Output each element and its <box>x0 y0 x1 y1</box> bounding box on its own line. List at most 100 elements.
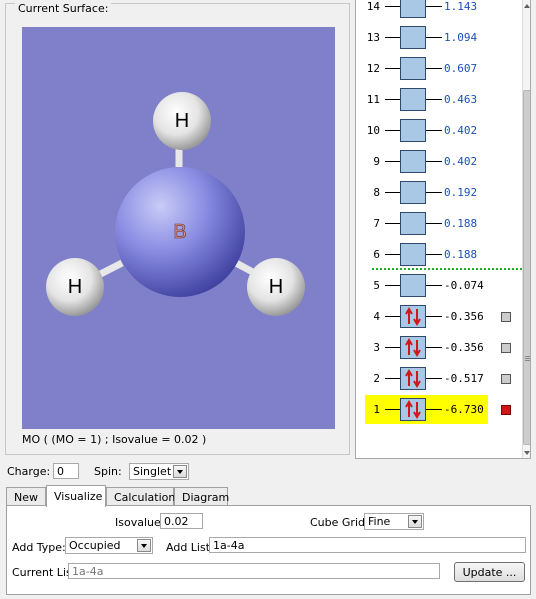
current-list-field[interactable]: 1a-4a <box>68 563 440 579</box>
hydrogen-atom-top: H <box>153 92 211 150</box>
hydrogen-atom-left: H <box>46 258 104 316</box>
mo-energy: -0.356 <box>444 341 484 354</box>
add-list-label: Add List: <box>166 541 214 554</box>
mo-number: 1 <box>373 403 380 416</box>
mo-energy: -0.517 <box>444 372 484 385</box>
mo-level-line <box>426 285 442 286</box>
tab-diagram[interactable]: Diagram <box>174 487 229 506</box>
add-type-select[interactable]: Occupied <box>65 537 153 554</box>
electron-pair-icon <box>405 338 421 357</box>
mo-energy: 0.188 <box>444 217 478 230</box>
chevron-down-icon[interactable] <box>137 539 151 552</box>
tab-calculation[interactable]: Calculation <box>106 487 175 506</box>
mo-number: 4 <box>373 310 380 323</box>
mo-orbital-box[interactable] <box>400 150 426 173</box>
mo-level-row[interactable]: 11 0.463 <box>356 88 522 112</box>
mo-level-line <box>385 409 400 410</box>
mo-level-row[interactable]: 7 0.188 <box>356 212 522 236</box>
chevron-down-icon[interactable] <box>173 465 187 478</box>
mo-level-row[interactable]: 3 -0.356 <box>356 336 522 360</box>
mo-level-line <box>426 223 442 224</box>
isovalue-field[interactable]: 0.02 <box>160 513 203 529</box>
mo-level-line <box>385 223 400 224</box>
mo-orbital-box[interactable] <box>400 305 426 328</box>
mo-energy: -0.074 <box>444 279 484 292</box>
mo-orbital-box[interactable] <box>400 57 426 80</box>
mo-energy: -0.356 <box>444 310 484 323</box>
mo-visualize-checkbox[interactable] <box>501 405 511 415</box>
mo-orbital-box[interactable] <box>400 0 426 18</box>
mo-orbital-box[interactable] <box>400 212 426 235</box>
cube-grid-select[interactable]: Fine <box>364 513 424 530</box>
mo-orbital-box[interactable] <box>400 88 426 111</box>
mo-orbital-box[interactable] <box>400 336 426 359</box>
mo-level-row[interactable]: 9 0.402 <box>356 150 522 174</box>
charge-field[interactable]: 0 <box>53 463 79 479</box>
mo-energy: 1.094 <box>444 31 478 44</box>
mo-visualize-checkbox[interactable] <box>501 312 511 322</box>
mo-number: 7 <box>373 217 380 230</box>
svg-text:H: H <box>175 110 189 132</box>
chevron-down-icon[interactable] <box>408 515 422 528</box>
mo-level-row[interactable]: 10 0.402 <box>356 119 522 143</box>
mo-orbital-box[interactable] <box>400 119 426 142</box>
mo-level-row[interactable]: 4 -0.356 <box>356 305 522 329</box>
mo-level-line <box>426 161 442 162</box>
molecule-viewport[interactable]: H B H H <box>22 27 335 429</box>
mo-orbital-box[interactable] <box>400 274 426 297</box>
mo-level-line <box>385 68 400 69</box>
mo-level-line <box>426 99 442 100</box>
tab-new[interactable]: New <box>6 487 46 506</box>
mo-visualize-checkbox[interactable] <box>501 374 511 384</box>
mo-level-line <box>426 409 442 410</box>
mo-level-line <box>426 68 442 69</box>
mo-level-line <box>426 254 442 255</box>
mo-level-row[interactable]: 8 0.192 <box>356 181 522 205</box>
mo-visualize-checkbox[interactable] <box>501 343 511 353</box>
mo-level-line <box>426 316 442 317</box>
mo-level-row[interactable]: 12 0.607 <box>356 57 522 81</box>
mo-number: 9 <box>373 155 380 168</box>
mo-orbital-box[interactable] <box>400 181 426 204</box>
tab-visualize[interactable]: Visualize <box>46 485 106 507</box>
spin-label: Spin: <box>94 465 122 478</box>
mo-level-line <box>385 130 400 131</box>
mo-level-line <box>426 6 442 7</box>
mo-level-row[interactable]: 2 -0.517 <box>356 367 522 391</box>
mo-level-row[interactable]: 14 1.143 <box>356 0 522 19</box>
molecule-render: H B H H <box>46 92 305 316</box>
mo-orbital-box[interactable] <box>400 243 426 266</box>
mo-energy: 0.192 <box>444 186 478 199</box>
mo-scrollbar[interactable] <box>522 0 530 458</box>
mo-energy: 0.463 <box>444 93 478 106</box>
update-button[interactable]: Update ... <box>454 562 525 582</box>
electron-pair-icon <box>405 307 421 326</box>
spin-select[interactable]: Singlet <box>129 463 189 480</box>
mo-number: 8 <box>373 186 380 199</box>
mo-orbital-box[interactable] <box>400 26 426 49</box>
scroll-down-arrow-icon[interactable] <box>524 451 530 455</box>
scroll-up-arrow-icon[interactable] <box>524 4 530 8</box>
mo-level-row[interactable]: 13 1.094 <box>356 26 522 50</box>
mo-level-row[interactable]: 6 0.188 <box>356 243 522 267</box>
mo-number: 14 <box>366 0 380 13</box>
boron-atom: B <box>115 167 245 297</box>
mo-orbital-box[interactable] <box>400 367 426 390</box>
cube-grid-value: Fine <box>368 515 391 528</box>
mo-level-row[interactable]: 1 -6.730 <box>356 395 522 424</box>
scrollbar-thumb[interactable] <box>523 90 530 445</box>
mo-level-line <box>385 378 400 379</box>
add-type-label: Add Type: <box>12 541 66 554</box>
add-list-field[interactable]: 1a-4a <box>209 537 526 553</box>
mo-number: 12 <box>366 62 380 75</box>
add-type-value: Occupied <box>69 539 121 552</box>
mo-energy: 0.188 <box>444 248 478 261</box>
mo-level-line <box>426 37 442 38</box>
mo-number: 3 <box>373 341 380 354</box>
mo-level-row[interactable]: 5 -0.074 <box>356 274 522 298</box>
mo-level-line <box>426 130 442 131</box>
svg-text:H: H <box>269 276 283 298</box>
mo-energy: 0.402 <box>444 124 478 137</box>
mo-level-line <box>385 347 400 348</box>
mo-orbital-box[interactable] <box>400 398 426 421</box>
